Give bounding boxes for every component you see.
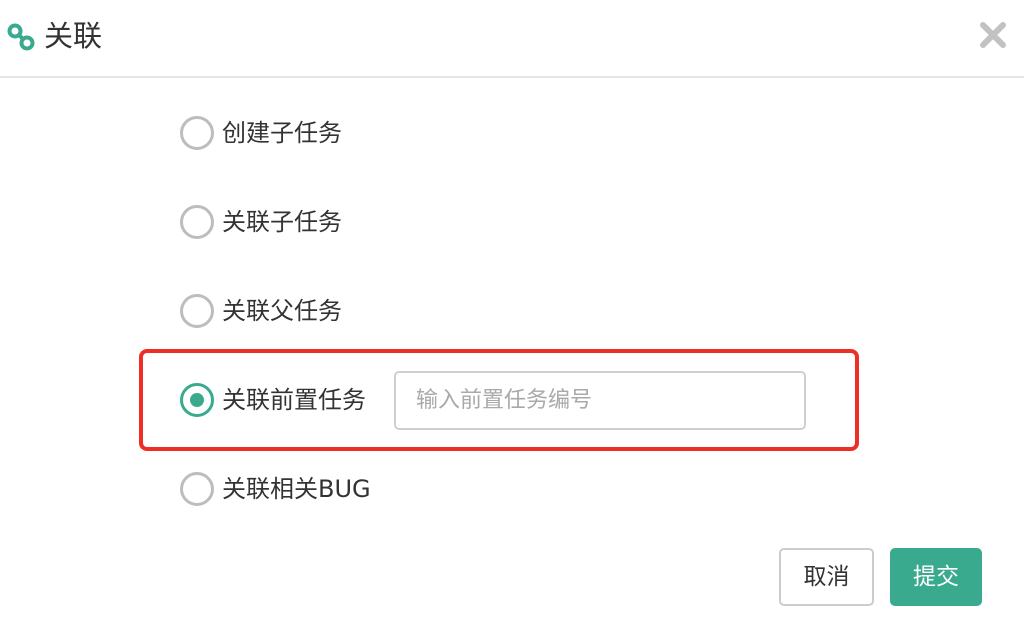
option-link-subtask[interactable]: 关联子任务 <box>180 204 342 240</box>
dialog-title: 关联 <box>44 19 103 53</box>
option-link-predecessor-task[interactable]: 关联前置任务 <box>180 382 366 418</box>
radio-link-parent-task[interactable] <box>180 294 214 328</box>
radio-link-related-bug[interactable] <box>180 472 214 506</box>
option-label: 创建子任务 <box>222 119 342 147</box>
dialog-header: 关联 <box>0 0 1024 78</box>
submit-button[interactable]: 提交 <box>890 548 982 606</box>
associate-dialog: 关联 创建子任务 关联子任务 关联父任务 关联前置任务 关联相关BUG 取消 提… <box>0 0 1024 643</box>
predecessor-task-number-input[interactable] <box>394 371 806 430</box>
option-label: 关联父任务 <box>222 297 342 325</box>
option-label: 关联子任务 <box>222 208 342 236</box>
option-label: 关联相关BUG <box>222 475 371 503</box>
option-label: 关联前置任务 <box>222 386 366 414</box>
radio-link-subtask[interactable] <box>180 205 214 239</box>
radio-selected-dot <box>190 393 204 407</box>
radio-create-subtask[interactable] <box>180 116 214 150</box>
radio-link-predecessor-task[interactable] <box>180 383 214 417</box>
cancel-button[interactable]: 取消 <box>779 548 874 606</box>
option-link-parent-task[interactable]: 关联父任务 <box>180 293 342 329</box>
close-icon[interactable] <box>978 20 1008 50</box>
option-create-subtask[interactable]: 创建子任务 <box>180 115 342 151</box>
link-icon <box>7 23 35 51</box>
option-link-related-bug[interactable]: 关联相关BUG <box>180 471 371 507</box>
